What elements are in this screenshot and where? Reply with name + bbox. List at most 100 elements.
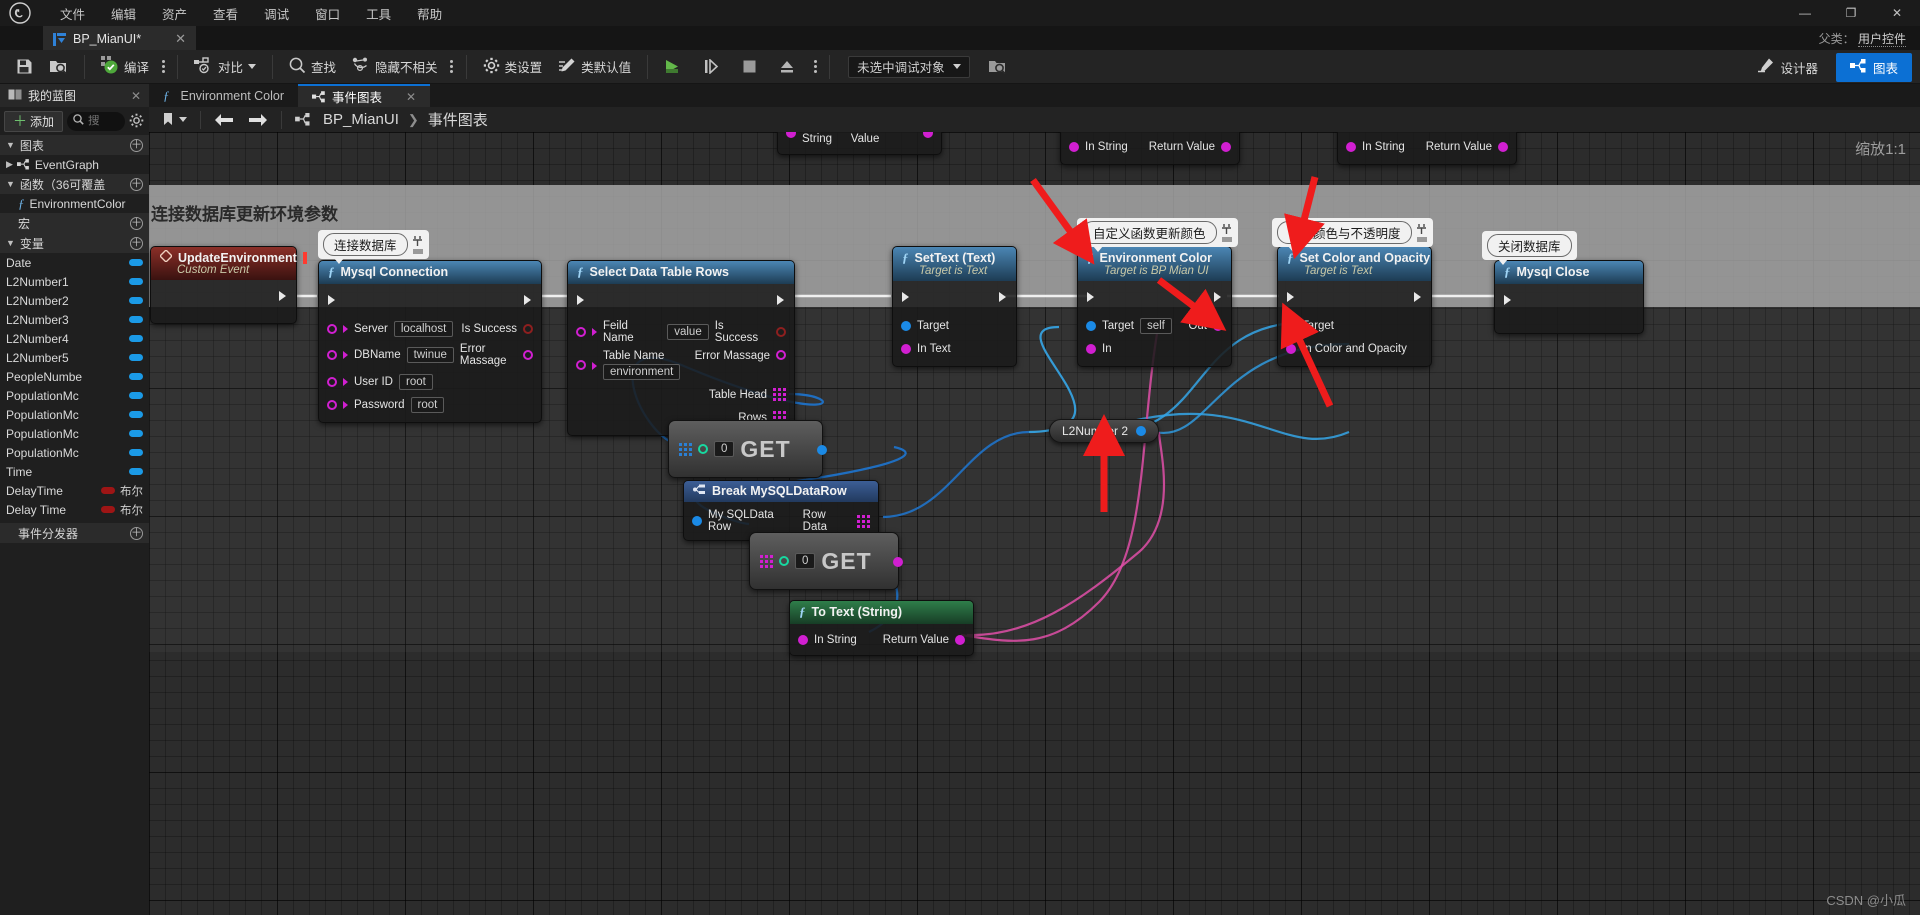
- annotation-set-color-opacity[interactable]: 设置颜色与不透明度: [1272, 218, 1433, 252]
- node-mysql-close[interactable]: ƒ Mysql Close: [1494, 260, 1644, 334]
- eject-button[interactable]: [771, 56, 803, 77]
- debug-browse-button[interactable]: [980, 55, 1015, 78]
- sidebar-item-variable[interactable]: PopulationMc: [0, 386, 149, 405]
- section-header-dispatchers[interactable]: 事件分发器 ＋: [0, 523, 149, 543]
- input-feild-name-value[interactable]: value: [667, 324, 709, 340]
- forward-button[interactable]: [242, 111, 274, 129]
- annotation-custom-func-update-color[interactable]: 自定义函数更新颜色: [1077, 218, 1238, 252]
- my-blueprint-close-icon[interactable]: ✕: [131, 89, 141, 103]
- chevron-down-icon[interactable]: [248, 64, 257, 69]
- input-server-value[interactable]: localhost: [393, 320, 454, 337]
- section-header-graphs[interactable]: ▼ 图表 ＋: [0, 135, 149, 155]
- pin-in-string[interactable]: [798, 634, 808, 645]
- pin-table-name[interactable]: [576, 360, 586, 370]
- pin-exec-in[interactable]: [1086, 291, 1096, 303]
- play-button[interactable]: [656, 56, 690, 78]
- sidebar-item-environmentcolor[interactable]: ƒ EnvironmentColor: [0, 194, 149, 213]
- variable-type-pill[interactable]: [129, 449, 143, 456]
- pin-exec-out[interactable]: [1413, 291, 1423, 303]
- gear-icon[interactable]: [129, 113, 145, 129]
- blueprint-graph-canvas[interactable]: 连接数据库更新环境参数 缩放1:1 CSDN @小瓜 ƒ In String: [149, 132, 1920, 915]
- menu-item-debug[interactable]: 调试: [252, 1, 301, 26]
- pin-array-in[interactable]: [679, 442, 692, 456]
- tab-close-icon[interactable]: ✕: [406, 90, 416, 104]
- menu-item-edit[interactable]: 编辑: [99, 1, 148, 26]
- variable-type-pill[interactable]: [129, 259, 143, 266]
- graph-mode-button[interactable]: 图表: [1835, 52, 1912, 82]
- sidebar-item-eventgraph[interactable]: ▶ EventGraph: [0, 155, 149, 174]
- input-index-value[interactable]: 0: [714, 441, 735, 457]
- sidebar-item-variable[interactable]: L2Number5: [0, 348, 149, 367]
- add-function-icon[interactable]: ＋: [130, 177, 143, 191]
- menu-item-help[interactable]: 帮助: [405, 1, 454, 26]
- debug-object-dropdown[interactable]: 未选中调试对象: [848, 55, 970, 78]
- pin-return-value[interactable]: [1221, 141, 1231, 152]
- variable-type-pill[interactable]: [129, 392, 143, 399]
- variable-type-pill[interactable]: [129, 430, 143, 437]
- asset-tab-bp-mianui[interactable]: BP_MianUI* ✕: [43, 26, 196, 50]
- pin-index[interactable]: [698, 444, 708, 454]
- pin-return-value[interactable]: [1498, 141, 1508, 152]
- node-to-text-bottom[interactable]: ƒ To Text (String) In String Return Value: [789, 600, 974, 656]
- pin-in[interactable]: [1086, 343, 1096, 354]
- pin-is-success[interactable]: [776, 327, 786, 337]
- menu-item-tools[interactable]: 工具: [354, 1, 403, 26]
- asset-tab-close-icon[interactable]: ✕: [175, 31, 186, 47]
- maximize-button[interactable]: ❐: [1828, 0, 1874, 26]
- node-to-text-right[interactable]: ƒTo Text (String) In String Return Value: [1337, 132, 1517, 165]
- annotation-connect-db[interactable]: 连接数据库: [318, 230, 429, 264]
- pin-return-value[interactable]: [923, 132, 933, 138]
- input-userid-value[interactable]: root: [398, 373, 433, 390]
- variable-type-pill[interactable]: [101, 487, 115, 494]
- sidebar-item-variable[interactable]: Date: [0, 253, 149, 272]
- variable-type-pill[interactable]: [129, 297, 143, 304]
- input-password-value[interactable]: root: [410, 396, 445, 413]
- input-table-name-value[interactable]: environment: [603, 364, 681, 380]
- pin-row-data[interactable]: [857, 514, 870, 528]
- pin-feild-name[interactable]: [576, 327, 586, 337]
- sidebar-item-variable[interactable]: Delay Time 布尔: [0, 500, 149, 519]
- breadcrumb-item-blueprint[interactable]: BP_MianUI: [323, 111, 399, 128]
- pin-exec-out[interactable]: [998, 291, 1008, 303]
- pin-exec-in[interactable]: [1286, 291, 1296, 303]
- pin-target[interactable]: [901, 320, 911, 331]
- node-update-environment[interactable]: UpdateEnvironment Custom Event: [150, 246, 307, 324]
- menu-item-assets[interactable]: 资产: [150, 1, 199, 26]
- tab-environment-color[interactable]: ƒ Environment Color: [149, 84, 298, 107]
- pin-variable-out[interactable]: [1136, 426, 1147, 436]
- pin-error-massage[interactable]: [776, 350, 786, 360]
- back-button[interactable]: [208, 111, 240, 129]
- pin-exec-in[interactable]: [327, 294, 337, 306]
- pin-out[interactable]: [1213, 320, 1223, 331]
- node-set-color-and-opacity[interactable]: ƒ Set Color and Opacity Target is Text Ta…: [1277, 246, 1432, 367]
- menu-item-view[interactable]: 查看: [201, 1, 250, 26]
- variable-type-pill[interactable]: [129, 278, 143, 285]
- add-dispatcher-icon[interactable]: ＋: [130, 526, 143, 540]
- pin-array-out[interactable]: [817, 445, 827, 455]
- sidebar-item-variable[interactable]: L2Number3: [0, 310, 149, 329]
- parent-class-value[interactable]: 用户控件: [1857, 32, 1906, 47]
- sidebar-item-variable[interactable]: DelayTime 布尔: [0, 481, 149, 500]
- pin-dbname[interactable]: [327, 350, 337, 360]
- compile-button[interactable]: 编译: [93, 53, 157, 80]
- add-variable-icon[interactable]: ＋: [130, 236, 143, 250]
- pin-exec-out[interactable]: [278, 290, 288, 302]
- sidebar-item-variable[interactable]: PeopleNumbe: [0, 367, 149, 386]
- node-get-cell[interactable]: 0 GET: [749, 532, 903, 590]
- save-button[interactable]: [8, 55, 41, 78]
- menu-item-window[interactable]: 窗口: [303, 1, 352, 26]
- sidebar-item-variable[interactable]: L2Number1: [0, 272, 149, 291]
- pin-error-massage[interactable]: [523, 350, 533, 360]
- pin-exec-out[interactable]: [523, 294, 533, 306]
- variable-type-pill[interactable]: [129, 411, 143, 418]
- variable-type-pill[interactable]: [129, 373, 143, 380]
- pin-exec-out[interactable]: [776, 294, 786, 306]
- pin-in-string[interactable]: [1069, 141, 1079, 152]
- add-macro-icon[interactable]: ＋: [130, 216, 143, 230]
- variable-type-pill[interactable]: [101, 506, 115, 513]
- pin-table-head[interactable]: [773, 388, 786, 401]
- input-index-value[interactable]: 0: [795, 553, 816, 569]
- search-input[interactable]: [88, 115, 119, 127]
- class-defaults-button[interactable]: 类默认值: [550, 54, 639, 80]
- input-target-value[interactable]: self: [1139, 317, 1172, 334]
